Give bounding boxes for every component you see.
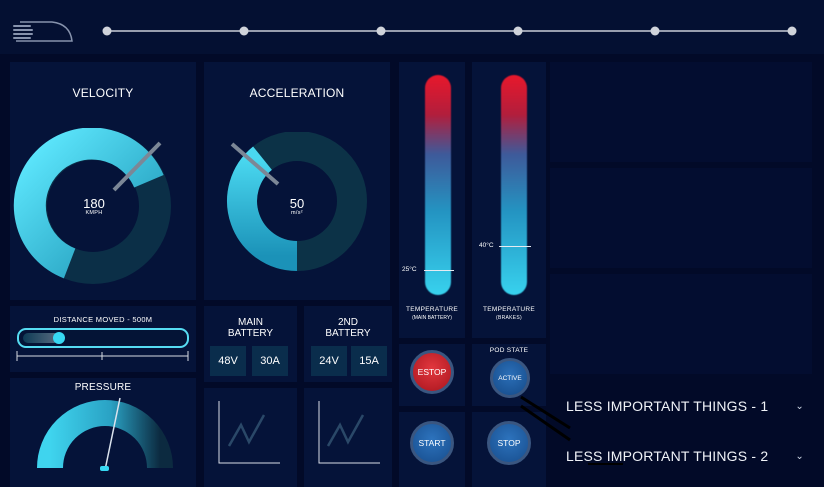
progress-track: [102, 26, 797, 36]
velocity-value: 180: [83, 196, 105, 211]
temp-brakes-label-1: TEMPERATURE: [483, 306, 535, 313]
main-battery-chart-panel: [204, 388, 297, 487]
acceleration-unit: m/s²: [291, 210, 303, 216]
chevron-down-icon: ⌄: [795, 400, 804, 412]
temp-main-marker: [424, 270, 454, 271]
temp-brakes-marker: [499, 246, 531, 247]
temp-main-panel: 25°C TEMPERATURE (MAIN BATTERY): [399, 62, 465, 338]
main-battery-title-1: MAIN: [238, 317, 263, 328]
track-node-4: [513, 26, 523, 36]
velocity-panel: VELOCITY 180 KMPH: [10, 62, 196, 300]
estop-button[interactable]: ESTOP: [410, 350, 454, 394]
distance-panel: DISTANCE MOVED - 500M: [10, 306, 196, 372]
velocity-title: VELOCITY: [72, 86, 134, 100]
estop-panel: ESTOP: [399, 344, 465, 406]
pointer-cursor-icon: [520, 395, 623, 465]
right-panel-3: [550, 274, 812, 374]
main-battery-voltage: 48V: [210, 346, 246, 376]
track-node-2: [239, 26, 249, 36]
second-battery-mini-chart: [318, 401, 380, 464]
distance-slider-handle[interactable]: [53, 332, 65, 344]
temp-brakes-panel: 40°C TEMPERATURE (BRAKES): [472, 62, 546, 338]
temp-main-reading: 25°C: [402, 266, 417, 273]
temp-main-thermometer: [425, 75, 451, 295]
pod-state-label: POD STATE: [489, 347, 529, 354]
acceleration-title: ACCELERATION: [249, 86, 345, 100]
start-button[interactable]: START: [410, 421, 454, 465]
pressure-gauge: [37, 397, 173, 471]
temp-brakes-label-2: (BRAKES): [495, 315, 522, 321]
track-node-3: [376, 26, 386, 36]
temp-main-label-1: TEMPERATURE: [406, 306, 458, 313]
main-battery-title-2: BATTERY: [227, 328, 274, 339]
distance-slider[interactable]: [17, 328, 189, 348]
second-battery-current: 15A: [351, 346, 387, 376]
second-battery-chart-panel: [304, 388, 392, 487]
velocity-unit: KMPH: [85, 210, 103, 216]
right-panel-1: [550, 62, 812, 162]
track-node-6: [787, 26, 797, 36]
pressure-panel: PRESSURE: [10, 378, 196, 487]
distance-label: DISTANCE MOVED - 500M: [53, 315, 153, 324]
second-battery-voltage: 24V: [311, 346, 347, 376]
main-battery-current: 30A: [252, 346, 288, 376]
start-panel: START: [399, 412, 465, 487]
second-battery-title-2: BATTERY: [325, 328, 371, 339]
main-battery-mini-chart: [218, 401, 280, 464]
temp-main-label-2: (MAIN BATTERY): [412, 315, 452, 321]
distance-ticks: [16, 351, 189, 361]
right-panel-2: [550, 168, 812, 268]
pod-logo-icon[interactable]: [10, 16, 76, 44]
temp-brakes-reading: 40°C: [479, 242, 494, 249]
acceleration-value: 50: [289, 196, 305, 211]
chevron-down-icon: ⌄: [795, 450, 804, 462]
temp-brakes-thermometer: [501, 75, 527, 295]
second-battery-title-1: 2ND: [337, 317, 358, 328]
main-battery-panel: MAIN BATTERY 48V 30A: [204, 306, 297, 382]
acceleration-panel: ACCELERATION 50 m/s²: [204, 62, 390, 300]
track-node-5: [650, 26, 660, 36]
second-battery-panel: 2ND BATTERY 24V 15A: [304, 306, 392, 382]
track-node-1: [102, 26, 112, 36]
